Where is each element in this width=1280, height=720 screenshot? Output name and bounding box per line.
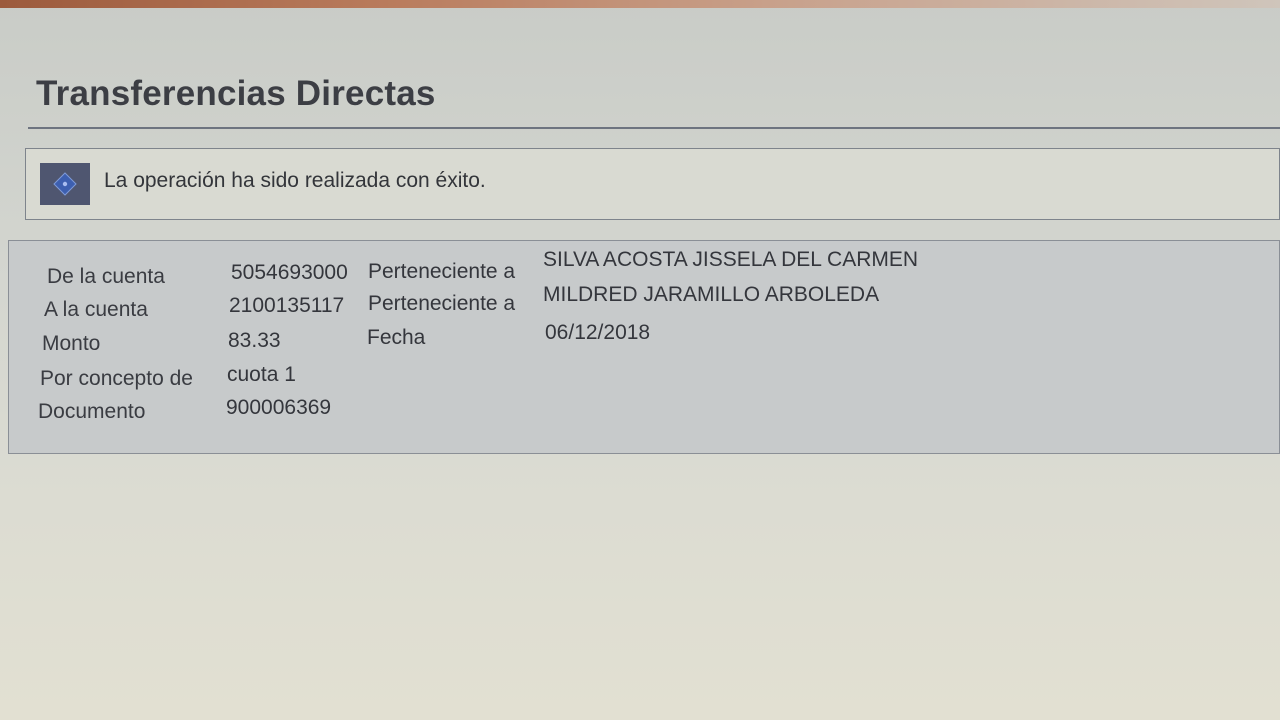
success-message-text: La operación ha sido realizada con éxito… — [104, 169, 486, 192]
amount-label: Monto — [42, 332, 101, 355]
from-account-label: De la cuenta — [47, 265, 165, 288]
from-account-owner-label: Perteneciente a — [368, 260, 516, 283]
to-account-label: A la cuenta — [44, 298, 148, 321]
document-label: Documento — [38, 400, 146, 423]
amount-value: 83.33 — [228, 329, 281, 352]
success-message-box: La operación ha sido realizada con éxito… — [25, 148, 1280, 220]
browser-top-strip — [0, 0, 1280, 8]
date-value: 06/12/2018 — [545, 321, 651, 344]
from-account-owner: SILVA ACOSTA JISSELA DEL CARMEN — [543, 248, 919, 271]
concept-label: Por concepto de — [40, 367, 193, 390]
transfer-details-panel: De la cuenta 5054693000 Perteneciente a … — [8, 240, 1280, 454]
date-label: Fecha — [367, 326, 426, 349]
document-value: 900006369 — [226, 396, 332, 419]
from-account-number: 5054693000 — [231, 261, 348, 284]
page-title: Transferencias Directas — [36, 74, 436, 113]
title-divider — [28, 127, 1280, 129]
to-account-owner: MILDRED JARAMILLO ARBOLEDA — [543, 283, 880, 306]
to-account-number: 2100135117 — [229, 294, 345, 317]
info-icon — [40, 163, 90, 205]
concept-value: cuota 1 — [227, 363, 296, 386]
to-account-owner-label: Perteneciente a — [368, 292, 516, 315]
